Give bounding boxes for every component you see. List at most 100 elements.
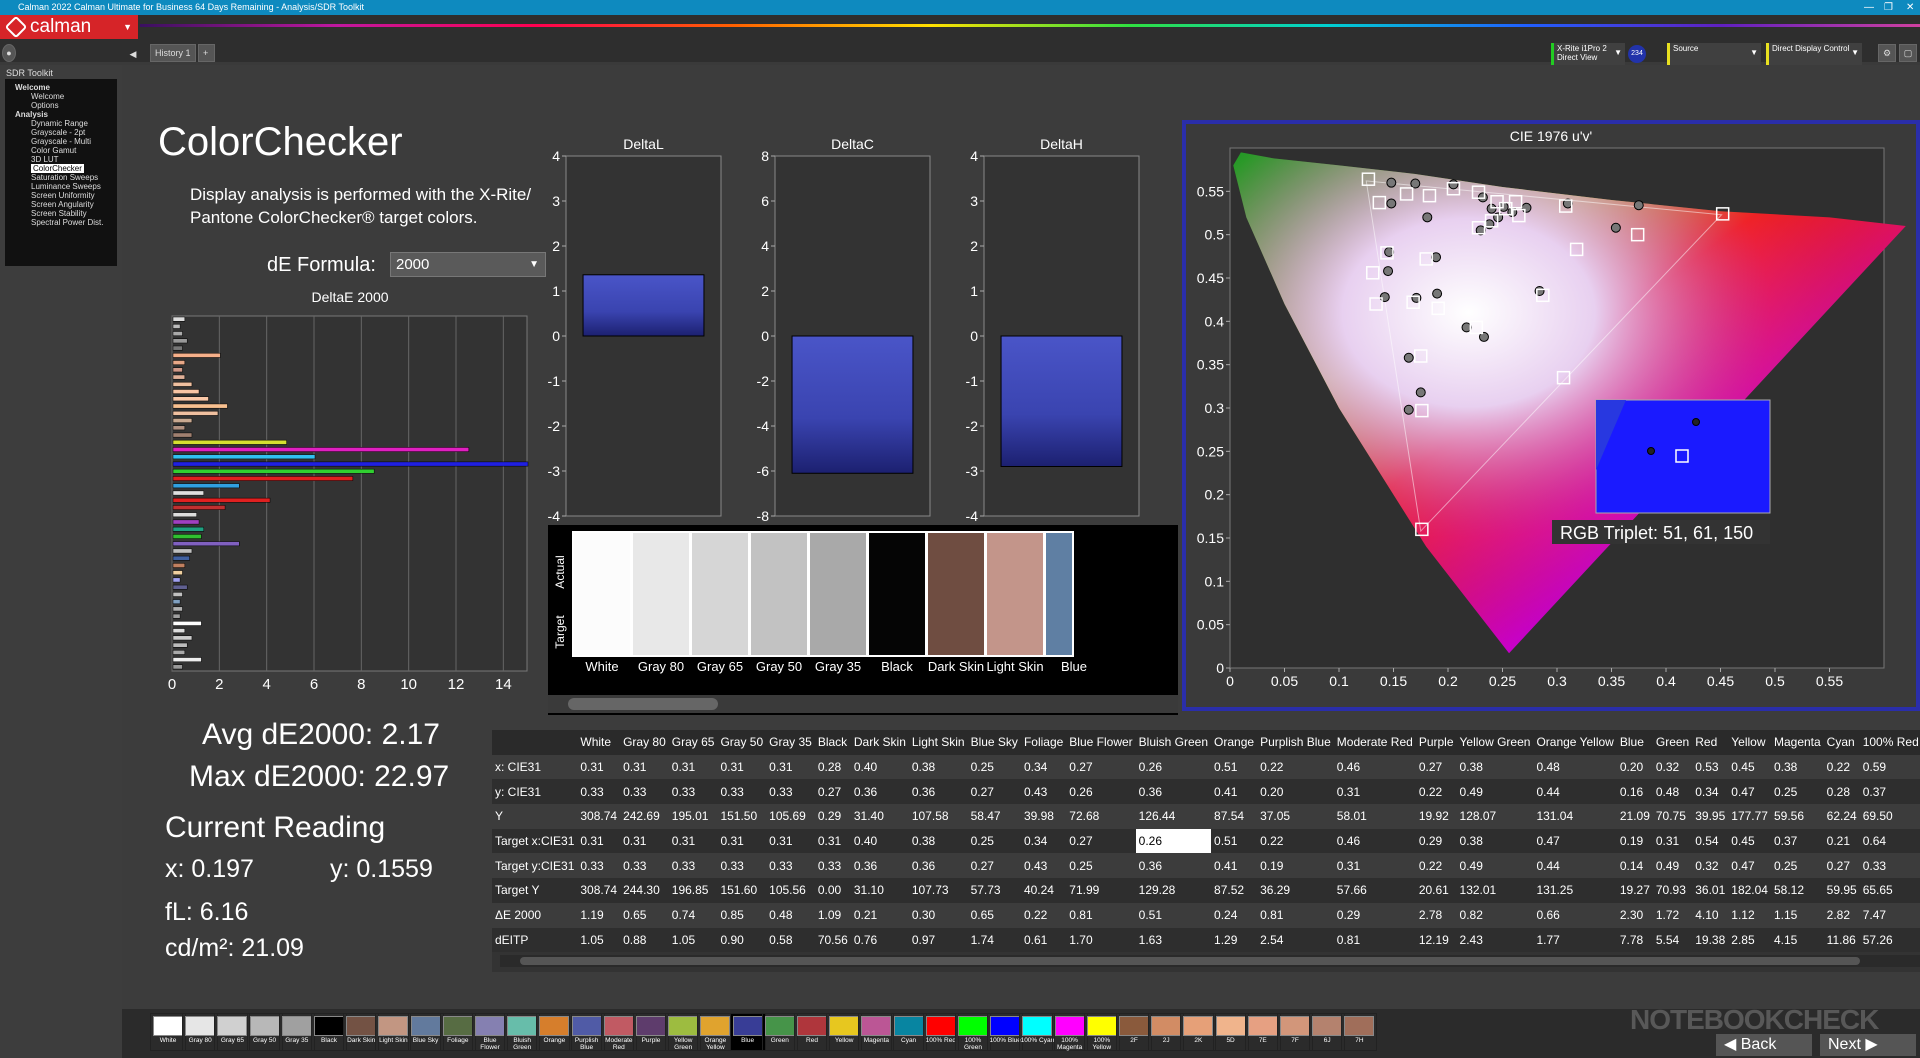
table-cell[interactable]: 0.19 <box>1617 829 1653 854</box>
table-cell[interactable]: 0.31 <box>620 829 669 854</box>
table-scrollbar[interactable] <box>500 955 1920 967</box>
row-label[interactable]: Target y:CIE31 <box>492 853 577 878</box>
bottom-swatch[interactable]: 7F <box>1277 1013 1313 1051</box>
table-cell[interactable]: 182.04 <box>1728 878 1771 903</box>
table-cell[interactable]: 0.31 <box>717 829 766 854</box>
table-cell[interactable]: 4.10 <box>1692 903 1728 928</box>
table-cell[interactable]: 1.15 <box>1771 903 1824 928</box>
table-cell[interactable]: 0.30 <box>909 903 968 928</box>
bottom-swatch[interactable]: Gray 50 <box>246 1013 283 1051</box>
column-header[interactable]: Orange <box>1211 730 1257 755</box>
bottom-swatch[interactable]: Blue <box>729 1013 766 1051</box>
column-header[interactable]: 100% Red <box>1860 730 1920 755</box>
table-cell[interactable]: 0.24 <box>1211 903 1257 928</box>
table-cell[interactable]: 0.64 <box>1860 829 1920 854</box>
table-cell[interactable]: 0.74 <box>669 903 718 928</box>
column-header[interactable]: Purplish Blue <box>1257 730 1334 755</box>
table-cell[interactable]: 57.26 <box>1860 928 1920 953</box>
table-cell[interactable]: 0.76 <box>851 928 909 953</box>
table-cell[interactable]: 59.95 <box>1824 878 1860 903</box>
nav-item[interactable]: Screen Stability <box>5 209 117 218</box>
table-cell[interactable]: 2.82 <box>1824 903 1860 928</box>
table-cell[interactable]: 1.70 <box>1066 928 1135 953</box>
table-cell[interactable]: 0.33 <box>815 853 851 878</box>
table-cell[interactable]: 0.31 <box>766 755 815 780</box>
close-icon[interactable]: ✕ <box>1906 0 1914 15</box>
table-cell[interactable]: 0.29 <box>1416 829 1457 854</box>
table-cell[interactable]: 107.73 <box>909 878 968 903</box>
nav-item[interactable]: Color Gamut <box>5 146 117 155</box>
table-cell[interactable]: 0.88 <box>620 928 669 953</box>
de-formula-select[interactable]: 2000 ▼ <box>390 252 546 277</box>
row-label[interactable]: y: CIE31 <box>492 779 577 804</box>
table-cell[interactable]: 308.74 <box>577 804 620 829</box>
table-cell[interactable]: 0.44 <box>1533 853 1616 878</box>
bottom-swatch[interactable]: 100% Blue <box>987 1013 1024 1051</box>
table-cell[interactable]: 39.95 <box>1692 804 1728 829</box>
column-header[interactable]: Gray 80 <box>620 730 669 755</box>
next-button[interactable]: Next ▶ <box>1820 1034 1916 1056</box>
table-cell[interactable]: 12.19 <box>1416 928 1457 953</box>
back-button[interactable]: ◀ Back <box>1716 1034 1812 1056</box>
table-cell[interactable]: 0.33 <box>669 853 718 878</box>
table-cell[interactable]: 87.52 <box>1211 878 1257 903</box>
table-cell[interactable]: 0.33 <box>766 779 815 804</box>
table-cell[interactable]: 57.73 <box>968 878 1021 903</box>
table-cell[interactable]: 70.93 <box>1653 878 1692 903</box>
table-cell[interactable]: 0.14 <box>1617 853 1653 878</box>
bottom-swatch[interactable]: 2F <box>1116 1013 1152 1051</box>
table-cell[interactable]: 0.34 <box>1021 829 1066 854</box>
table-cell[interactable]: 0.20 <box>1617 755 1653 780</box>
table-cell[interactable]: 0.65 <box>620 903 669 928</box>
table-cell[interactable]: 177.77 <box>1728 804 1771 829</box>
nav-item[interactable]: Screen Angularity <box>5 200 117 209</box>
table-cell[interactable]: 40.24 <box>1021 878 1066 903</box>
table-cell[interactable]: 7.78 <box>1617 928 1653 953</box>
table-cell[interactable]: 0.65 <box>968 903 1021 928</box>
table-cell[interactable]: 5.54 <box>1653 928 1692 953</box>
table-cell[interactable]: 0.31 <box>669 755 718 780</box>
table-cell[interactable]: 0.51 <box>1211 829 1257 854</box>
table-cell[interactable]: 70.75 <box>1653 804 1692 829</box>
bottom-swatch[interactable]: 100% Magenta <box>1051 1013 1088 1051</box>
table-cell[interactable]: 58.01 <box>1334 804 1416 829</box>
bottom-swatch[interactable]: Light Skin <box>375 1013 412 1051</box>
table-cell[interactable]: 0.47 <box>1728 779 1771 804</box>
table-cell[interactable]: 0.43 <box>1021 779 1066 804</box>
bottom-swatch[interactable]: Gray 80 <box>182 1013 219 1051</box>
bottom-swatch[interactable]: Orange <box>536 1013 573 1051</box>
table-cell[interactable]: 244.30 <box>620 878 669 903</box>
table-cell[interactable]: 0.19 <box>1257 853 1334 878</box>
row-label[interactable]: dEITP <box>492 928 577 953</box>
table-cell[interactable]: 2.30 <box>1617 903 1653 928</box>
column-header[interactable]: White <box>577 730 620 755</box>
nav-item[interactable]: Luminance Sweeps <box>5 182 117 191</box>
table-cell[interactable]: 0.22 <box>1257 829 1334 854</box>
device-display-control[interactable]: Direct Display Control ▼ <box>1766 43 1862 65</box>
table-cell[interactable]: 0.33 <box>620 853 669 878</box>
table-cell[interactable]: 0.44 <box>1533 779 1616 804</box>
nav-item[interactable]: Options <box>5 101 117 110</box>
table-cell[interactable]: 0.28 <box>815 755 851 780</box>
table-cell[interactable]: 0.45 <box>1728 755 1771 780</box>
table-cell[interactable]: 0.36 <box>909 853 968 878</box>
table-cell[interactable]: 2.43 <box>1457 928 1534 953</box>
table-cell[interactable]: 0.36 <box>1136 853 1211 878</box>
bottom-swatch[interactable]: Red <box>794 1013 830 1051</box>
bottom-swatch[interactable]: Yellow <box>826 1013 863 1051</box>
table-cell[interactable]: 0.61 <box>1021 928 1066 953</box>
table-cell[interactable]: 0.27 <box>968 853 1021 878</box>
table-cell[interactable]: 4.15 <box>1771 928 1824 953</box>
column-header[interactable]: Blue Sky <box>968 730 1021 755</box>
bottom-swatch[interactable]: 7H <box>1341 1013 1378 1051</box>
table-cell[interactable]: 1.77 <box>1533 928 1616 953</box>
minimize-icon[interactable]: — <box>1864 0 1874 15</box>
table-cell[interactable]: 0.22 <box>1257 755 1334 780</box>
table-cell[interactable]: 105.69 <box>766 804 815 829</box>
table-cell[interactable]: 20.61 <box>1416 878 1457 903</box>
column-header[interactable]: Red <box>1692 730 1728 755</box>
table-cell[interactable]: 71.99 <box>1066 878 1135 903</box>
table-cell[interactable]: 87.54 <box>1211 804 1257 829</box>
table-cell[interactable]: 0.20 <box>1257 779 1334 804</box>
table-cell[interactable]: 39.98 <box>1021 804 1066 829</box>
